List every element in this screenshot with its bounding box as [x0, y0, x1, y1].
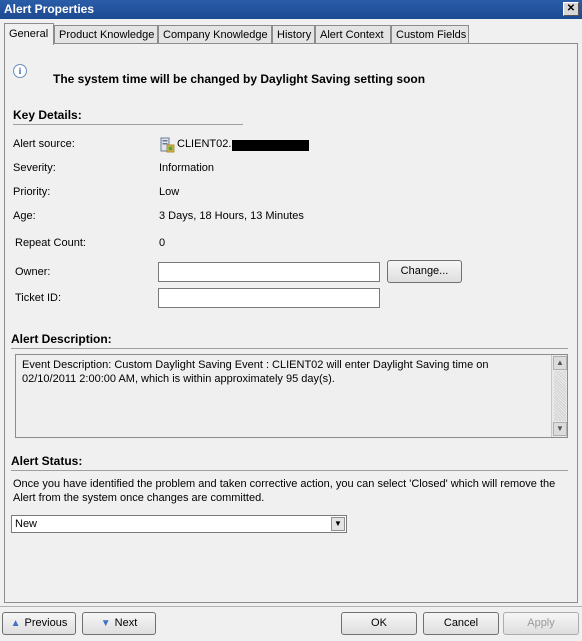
change-owner-button[interactable]: Change...	[387, 260, 462, 283]
key-details-title: Key Details:	[13, 108, 82, 122]
owner-label: Owner:	[15, 266, 51, 278]
alert-headline: The system time will be changed by Dayli…	[53, 72, 426, 86]
ticket-id-field[interactable]	[158, 288, 380, 308]
cancel-button[interactable]: Cancel	[423, 612, 499, 635]
alert-description-title: Alert Description:	[11, 332, 112, 346]
tab-custom-fields[interactable]: Custom Fields	[391, 25, 469, 44]
chevron-down-icon[interactable]: ▼	[331, 517, 345, 531]
arrow-up-icon: ▲	[10, 618, 21, 629]
footer-divider	[0, 606, 582, 607]
severity-label: Severity:	[13, 162, 56, 174]
redaction-bar	[232, 140, 309, 151]
alert-description-body: Event Description: Custom Daylight Savin…	[22, 359, 489, 385]
computer-icon	[160, 137, 175, 153]
alert-status-divider	[11, 470, 568, 471]
scroll-up-icon[interactable]: ▲	[553, 356, 567, 370]
age-value: 3 Days, 18 Hours, 13 Minutes	[159, 210, 304, 222]
next-label: Next	[114, 617, 138, 629]
scroll-down-icon[interactable]: ▼	[553, 422, 567, 436]
window-title: Alert Properties	[4, 2, 95, 16]
alert-source-value: CLIENT02.	[177, 138, 232, 150]
tab-product-knowledge[interactable]: Product Knowledge	[54, 25, 158, 44]
alert-status-value: New	[15, 518, 38, 530]
repeat-count-label: Repeat Count:	[15, 237, 86, 249]
alert-status-help: Once you have identified the problem and…	[13, 478, 556, 504]
age-label: Age:	[13, 210, 36, 222]
tab-history[interactable]: History	[272, 25, 315, 44]
general-panel: i The system time will be changed by Day…	[4, 43, 578, 603]
scroll-track[interactable]	[554, 371, 566, 421]
previous-label: Previous	[24, 617, 68, 629]
alert-description-text[interactable]: Event Description: Custom Daylight Savin…	[15, 354, 568, 438]
alert-source-label: Alert source:	[13, 138, 75, 150]
priority-value: Low	[159, 186, 180, 198]
alert-description-divider	[11, 348, 568, 349]
window-titlebar: Alert Properties ✕	[0, 0, 582, 19]
alert-status-select[interactable]: New ▼	[11, 515, 347, 533]
owner-field[interactable]	[158, 262, 380, 282]
previous-button[interactable]: ▲ Previous	[2, 612, 76, 635]
next-button[interactable]: ▼ Next	[82, 612, 156, 635]
apply-button[interactable]: Apply	[503, 612, 579, 635]
repeat-count-value: 0	[159, 237, 166, 249]
tab-alert-context[interactable]: Alert Context	[315, 25, 391, 44]
description-scrollbar[interactable]: ▲ ▼	[551, 355, 567, 437]
arrow-down-icon: ▼	[100, 618, 111, 629]
ok-button[interactable]: OK	[341, 612, 417, 635]
tab-company-knowledge[interactable]: Company Knowledge	[158, 25, 272, 44]
info-icon: i	[13, 64, 27, 78]
severity-value: Information	[159, 162, 215, 174]
tab-general[interactable]: General	[4, 23, 54, 45]
alert-status-title: Alert Status:	[11, 454, 83, 468]
priority-label: Priority:	[13, 186, 51, 198]
key-details-divider	[13, 124, 243, 125]
close-icon[interactable]: ✕	[563, 2, 579, 16]
ticket-id-label: Ticket ID:	[15, 292, 62, 304]
